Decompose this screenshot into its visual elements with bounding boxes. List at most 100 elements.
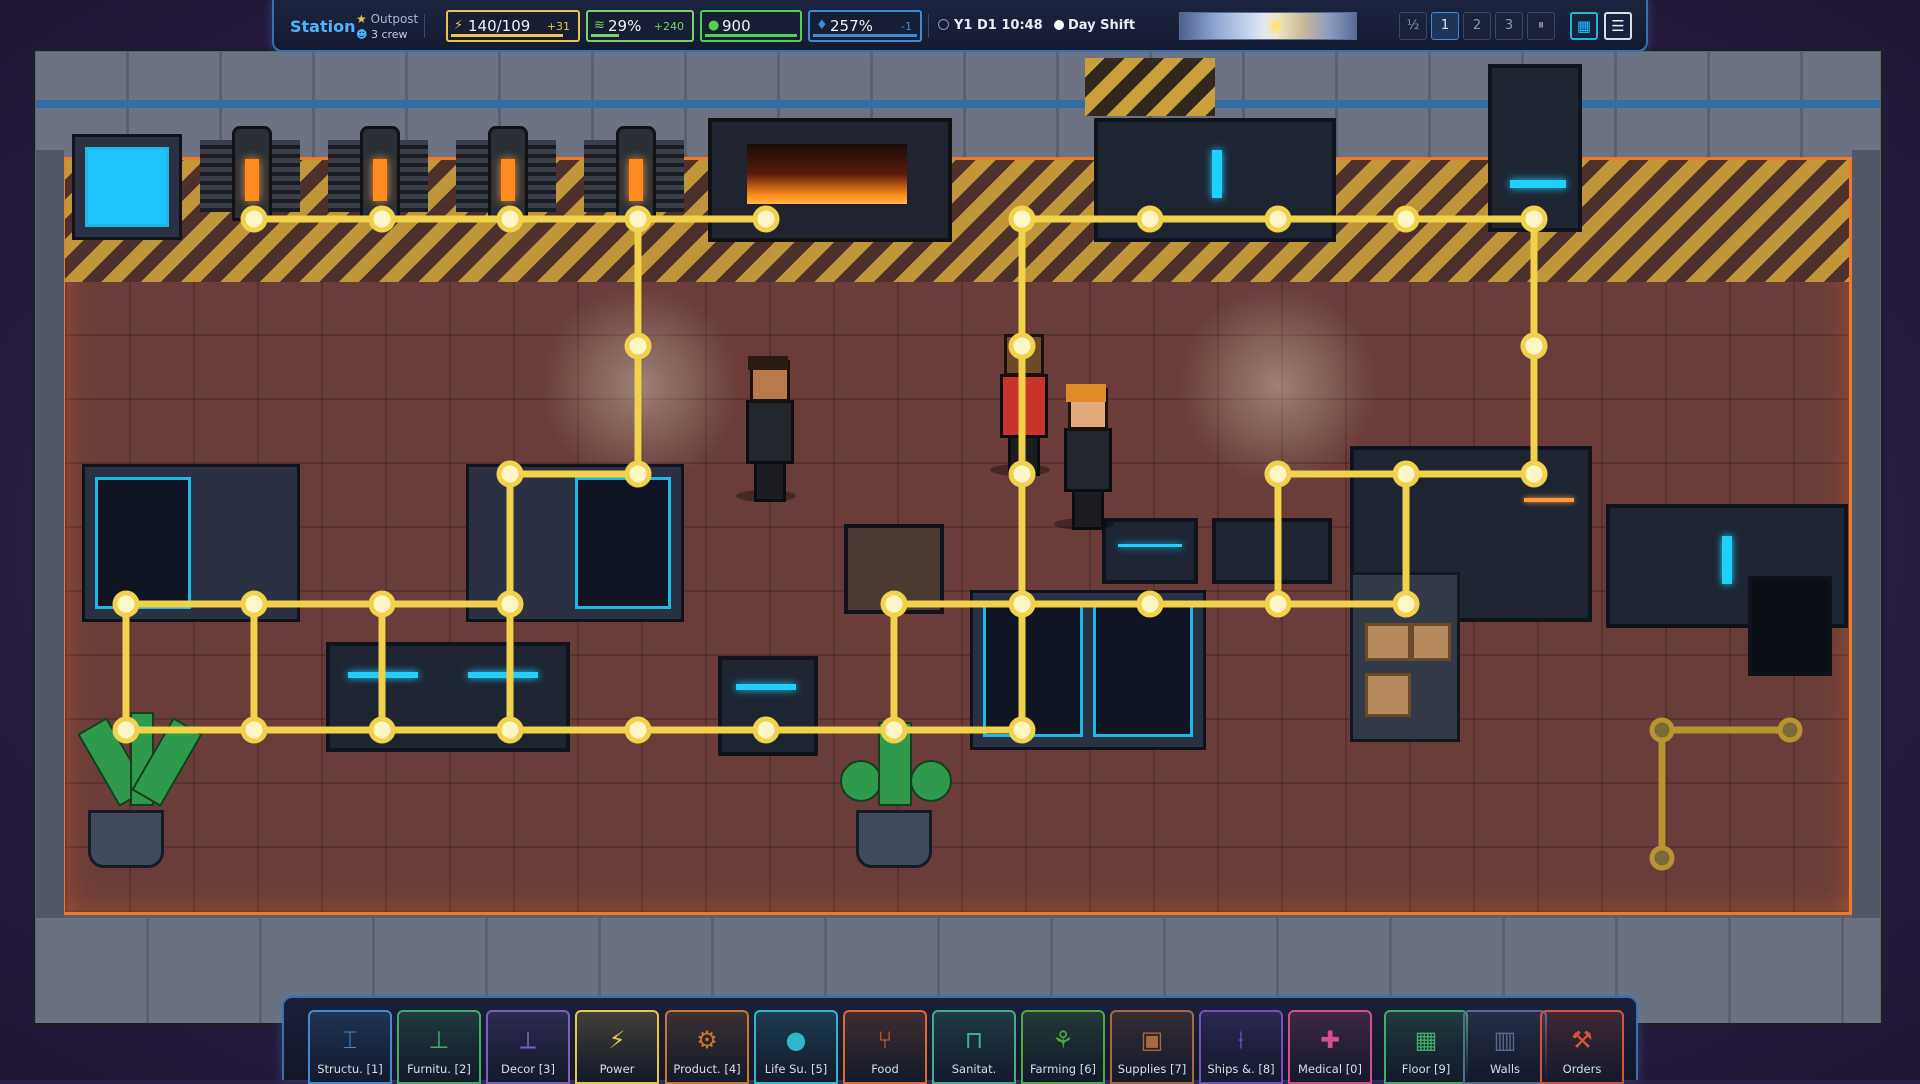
category-label: Medical [0] [1297,1062,1362,1076]
crew-icon: ☻ [356,28,368,41]
power-node[interactable] [496,716,524,744]
floor-category-button[interactable]: ▦ Floor [9] [1384,1010,1468,1084]
crew-count: ☻ 3 crew [356,28,408,41]
power-node[interactable] [1520,205,1548,233]
pause-button[interactable]: ⏸ [1527,12,1555,40]
power-category-button[interactable]: ⚡ Power [575,1010,659,1084]
category-label: Farming [6] [1029,1062,1097,1076]
power-node[interactable] [1136,590,1164,618]
orders-icon: ⚒ [1571,1026,1593,1054]
furniture-category-button[interactable]: ⊥ Furnitu. [2] [397,1010,481,1084]
category-label: Life Su. [5] [764,1062,828,1076]
life-support-category-button[interactable]: ● Life Su. [5] [754,1010,838,1084]
category-label: Ships &. [8] [1207,1062,1275,1076]
unpowered-node[interactable] [1649,717,1675,743]
supplies-icon: ▣ [1140,1026,1164,1054]
power-node[interactable] [752,716,780,744]
station-title[interactable]: Station [290,17,355,36]
power-node[interactable] [1392,460,1420,488]
speed-1-button[interactable]: 1 [1431,12,1459,40]
supplies-category-button[interactable]: ▣ Supplies [7] [1110,1010,1194,1084]
farming-category-button[interactable]: ⚘ Farming [6] [1021,1010,1105,1084]
food-resource[interactable]: ● 900 [700,10,802,42]
power-node[interactable] [1008,205,1036,233]
food-category-button[interactable]: ⑂ Food [843,1010,927,1084]
medical-icon: ✚ [1319,1026,1341,1054]
power-node[interactable] [240,716,268,744]
unpowered-node[interactable] [1649,845,1675,871]
crew-label: 3 crew [370,28,408,41]
power-node[interactable] [1136,205,1164,233]
calendar-button[interactable]: ▦ [1570,12,1598,40]
power-network [112,205,1803,871]
power-node[interactable] [1008,332,1036,360]
sanitation-category-button[interactable]: ⊓ Sanitat. [932,1010,1016,1084]
menu-button[interactable]: ☰ [1604,12,1632,40]
power-node[interactable] [1008,716,1036,744]
production-category-button[interactable]: ⚙ Product. [4] [665,1010,749,1084]
power-node[interactable] [1264,205,1292,233]
speed-half-button[interactable]: ½ [1399,12,1427,40]
power-value: 140/109 [468,17,531,35]
power-node[interactable] [368,716,396,744]
power-node[interactable] [496,205,524,233]
power-node[interactable] [1264,460,1292,488]
power-icon: ⚡ [608,1026,626,1054]
power-node[interactable] [1392,590,1420,618]
sun-marker-icon [1271,21,1281,31]
power-node[interactable] [752,205,780,233]
power-node[interactable] [624,460,652,488]
date-time-text: Y1 D1 10:48 [954,18,1043,33]
power-node[interactable] [880,716,908,744]
water-resource[interactable]: ♦ 257% -1 [808,10,922,42]
sanitation-icon: ⊓ [964,1026,984,1054]
air-level-bar [591,34,619,37]
power-node[interactable] [496,590,524,618]
power-node[interactable] [1392,205,1420,233]
decor-category-button[interactable]: ⟂ Decor [3] [486,1010,570,1084]
power-node[interactable] [1264,590,1292,618]
walls-icon: ▥ [1493,1026,1517,1054]
food-value: 900 [722,17,751,35]
power-node[interactable] [880,590,908,618]
power-node[interactable] [1008,460,1036,488]
divider [928,14,929,38]
power-node[interactable] [1520,332,1548,360]
category-label: Supplies [7] [1117,1062,1187,1076]
category-label: Furnitu. [2] [407,1062,471,1076]
structure-icon: ⌶ [342,1026,358,1054]
air-resource[interactable]: ≋ 29% +240 [586,10,694,42]
power-delta: +31 [546,20,570,33]
power-node[interactable] [624,716,652,744]
life-support-icon: ● [785,1026,807,1054]
speed-2-button[interactable]: 2 [1463,12,1491,40]
power-resource[interactable]: ⚡ 140/109 +31 [446,10,580,42]
power-node[interactable] [112,716,140,744]
clock-icon [938,19,949,30]
food-icon: ⑂ [877,1026,893,1054]
floor-icon: ▦ [1414,1026,1438,1054]
unpowered-node[interactable] [1777,717,1803,743]
power-node[interactable] [496,460,524,488]
sun-icon [1054,20,1064,30]
power-node[interactable] [624,332,652,360]
air-icon: ≋ [594,18,605,33]
power-node[interactable] [368,205,396,233]
power-node[interactable] [240,590,268,618]
power-node[interactable] [240,205,268,233]
ships-category-button[interactable]: ⟊ Ships &. [8] [1199,1010,1283,1084]
furniture-icon: ⊥ [428,1026,450,1054]
orders-category-button[interactable]: ⚒ Orders [1540,1010,1624,1084]
power-node[interactable] [1520,460,1548,488]
power-node[interactable] [1008,590,1036,618]
power-node[interactable] [112,590,140,618]
structure-category-button[interactable]: ⌶ Structu. [1] [308,1010,392,1084]
walls-category-button[interactable]: ▥ Walls [1463,1010,1547,1084]
medical-category-button[interactable]: ✚ Medical [0] [1288,1010,1372,1084]
speed-3-button[interactable]: 3 [1495,12,1523,40]
category-label: Orders [1562,1062,1602,1076]
water-drop-icon: ♦ [816,18,828,33]
power-node[interactable] [368,590,396,618]
power-node[interactable] [624,205,652,233]
power-level-bar [451,34,563,37]
